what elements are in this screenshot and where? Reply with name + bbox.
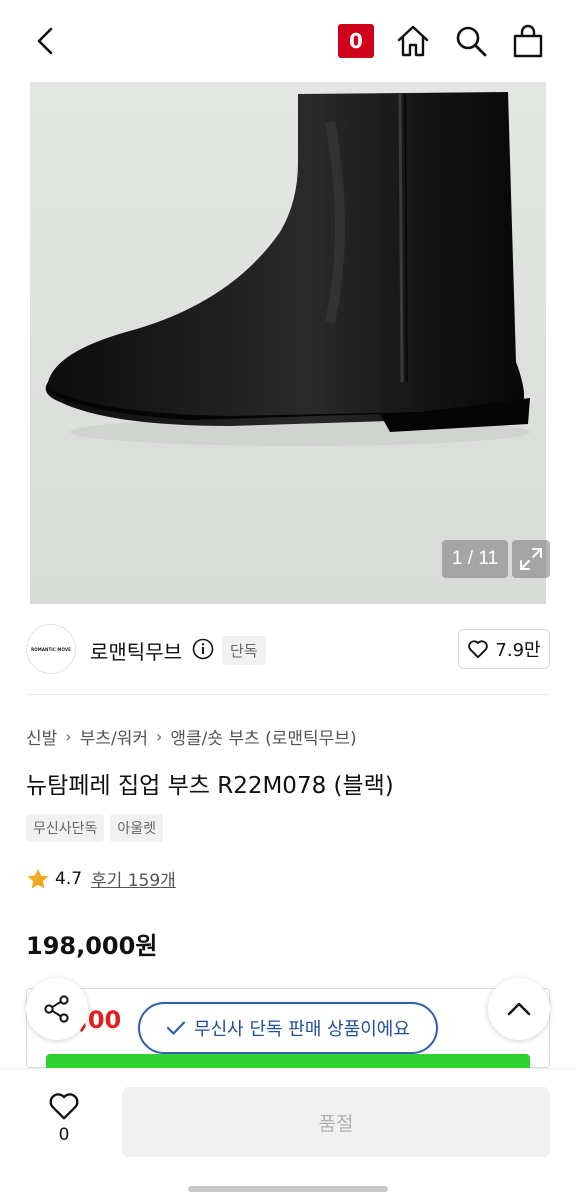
breadcrumb: 신발 › 부츠/워커 › 앵클/숏 부츠 (로맨틱무브) xyxy=(26,724,357,749)
boot-illustration xyxy=(45,92,530,446)
heart-icon xyxy=(49,1093,79,1120)
product-tags: 무신사단독 아울렛 xyxy=(26,814,164,842)
rating-row: 4.7 후기 159개 xyxy=(26,866,176,891)
share-button[interactable] xyxy=(26,978,88,1040)
product-title: 뉴탐페레 집업 부츠 R22M078 (블랙) xyxy=(26,773,394,799)
brand-like-count: 7.9만 xyxy=(495,640,541,661)
bottom-bar: 0 품절 xyxy=(0,1068,576,1200)
wishlist-button[interactable]: 0 xyxy=(40,1091,88,1145)
exclusive-notice-toast: 무신사 단독 판매 상품이에요 xyxy=(138,1002,438,1054)
search-icon[interactable] xyxy=(452,22,490,60)
info-icon[interactable] xyxy=(192,638,214,660)
top-nav: 0 xyxy=(0,0,576,80)
chevron-right-icon: › xyxy=(65,727,72,746)
soldout-button[interactable]: 품절 xyxy=(122,1087,550,1157)
breadcrumb-item[interactable]: 앵클/숏 부츠 (로맨틱무브) xyxy=(170,724,356,749)
share-icon xyxy=(44,995,69,1023)
check-icon xyxy=(166,1021,186,1035)
heart-icon xyxy=(468,640,489,659)
scroll-top-button[interactable] xyxy=(488,978,550,1040)
brand-like-button[interactable]: 7.9만 xyxy=(458,629,550,669)
back-arrow-icon[interactable] xyxy=(28,22,62,60)
rating-score: 4.7 xyxy=(55,868,83,889)
brand-exclusive-badge: 단독 xyxy=(222,636,266,665)
home-indicator xyxy=(188,1186,388,1192)
expand-icon[interactable] xyxy=(512,540,550,578)
brand-row: ROMANTIC MOVE 로맨틱무브 단독 7.9만 xyxy=(0,604,576,694)
brand-name[interactable]: 로맨틱무브 xyxy=(90,636,182,665)
star-icon xyxy=(27,868,49,889)
brand-logo[interactable]: ROMANTIC MOVE xyxy=(26,624,76,674)
chevron-up-icon xyxy=(507,1002,531,1016)
home-icon[interactable] xyxy=(394,22,432,60)
exclusive-notice-text: 무신사 단독 판매 상품이에요 xyxy=(194,1019,410,1040)
chevron-right-icon: › xyxy=(155,727,163,746)
product-tag: 무신사단독 xyxy=(26,814,105,842)
product-tag: 아울렛 xyxy=(110,814,164,842)
wishlist-count: 0 xyxy=(58,1125,70,1145)
cart-count-badge[interactable]: 0 xyxy=(338,24,374,58)
shopping-bag-icon[interactable] xyxy=(509,22,547,60)
reviews-link[interactable]: 후기 159개 xyxy=(91,866,176,891)
product-price: 198,000원 xyxy=(26,932,158,960)
breadcrumb-item[interactable]: 신발 xyxy=(26,724,57,749)
divider xyxy=(26,694,550,695)
breadcrumb-item[interactable]: 부츠/워커 xyxy=(80,724,148,749)
product-image[interactable] xyxy=(30,82,546,604)
image-counter: 1 / 11 xyxy=(442,540,508,578)
